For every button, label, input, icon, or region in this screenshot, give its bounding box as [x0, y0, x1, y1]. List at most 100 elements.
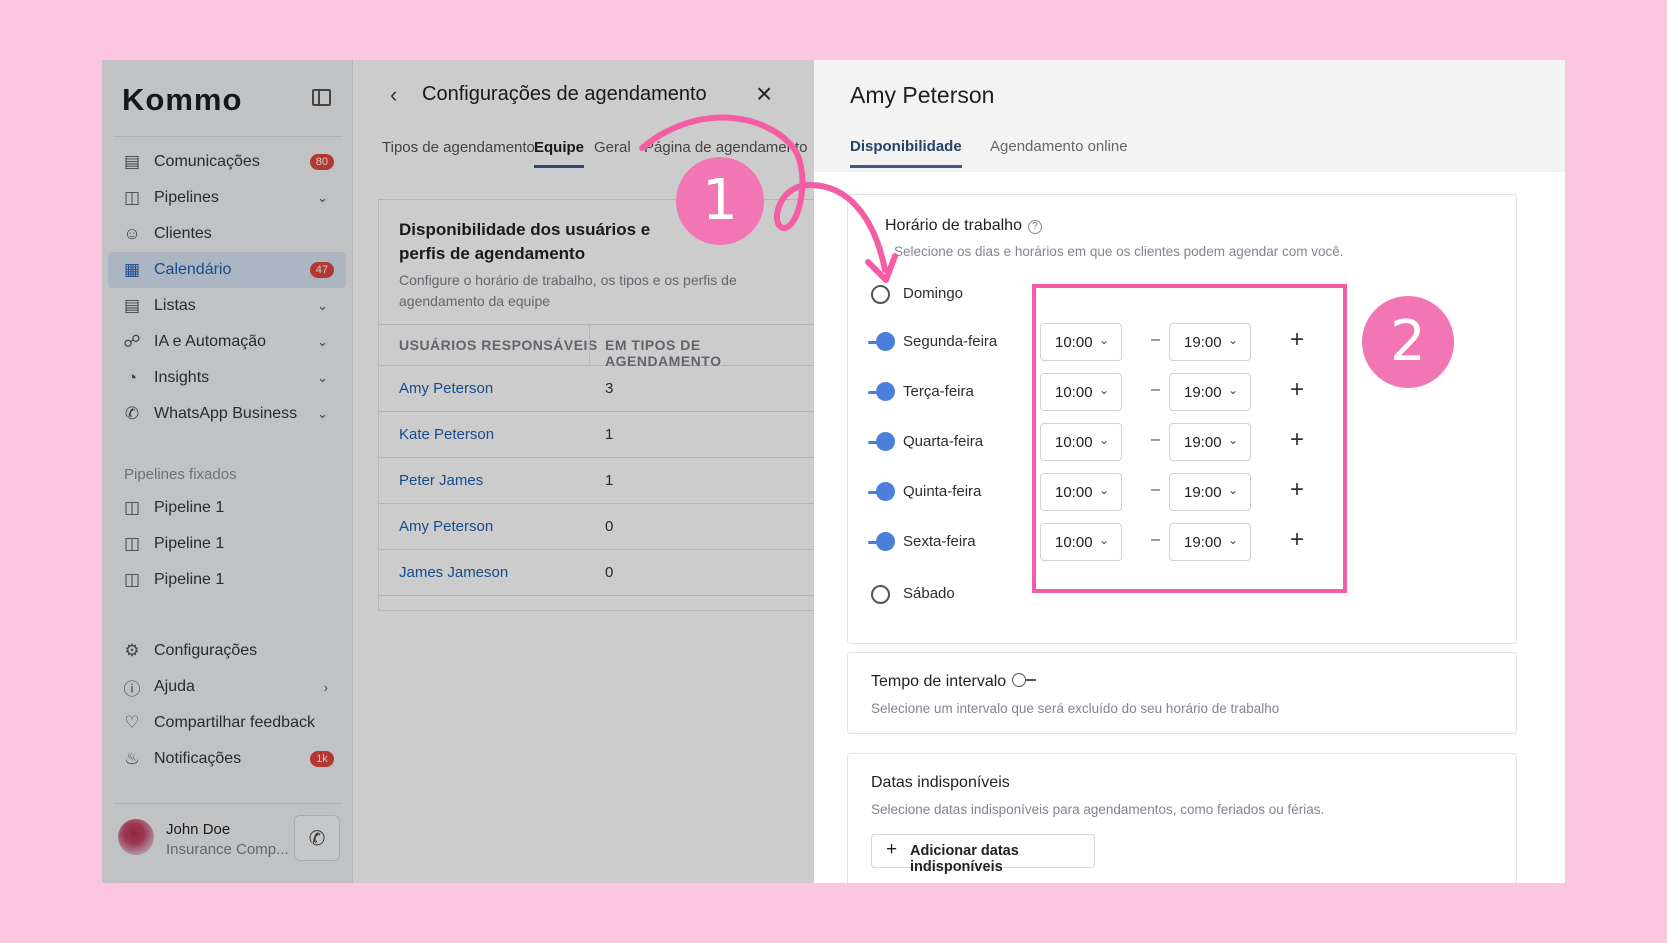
range-dash: – [1151, 481, 1160, 498]
day-label: Quarta-feira [903, 433, 984, 450]
avatar [118, 819, 154, 855]
day-toggle-off[interactable] [871, 585, 890, 604]
day-row-quarta: Quarta-feira 10:00 ⌄ – 19:00 ⌄ + [868, 423, 1508, 463]
chevron-right-icon: › [323, 679, 328, 695]
day-toggle-on[interactable] [868, 432, 895, 451]
end-time-select[interactable]: 19:00 ⌄ [1169, 423, 1251, 461]
user-profile[interactable]: John Doe Insurance Comp... ✆ [116, 815, 346, 865]
column-header: EM TIPOS DE AGENDAMENTO [605, 337, 722, 369]
sidebar-item-label: Ajuda [154, 678, 195, 695]
start-time-select[interactable]: 10:00 ⌄ [1040, 373, 1122, 411]
add-interval-icon[interactable]: + [1290, 476, 1304, 504]
sidebar-item-label: Clientes [154, 225, 212, 242]
tab-geral[interactable]: Geral [594, 139, 631, 165]
day-row-quinta: Quinta-feira 10:00 ⌄ – 19:00 ⌄ + [868, 473, 1508, 513]
pinned-pipeline-item[interactable]: ◫ Pipeline 1 [108, 562, 346, 598]
sidebar-item-label: Pipeline 1 [154, 499, 225, 516]
user-company: Insurance Comp... [166, 841, 289, 858]
start-time-value: 10:00 [1055, 534, 1093, 551]
end-time-value: 19:00 [1184, 434, 1222, 451]
add-interval-icon[interactable]: + [1290, 426, 1304, 454]
start-time-select[interactable]: 10:00 ⌄ [1040, 523, 1122, 561]
tab-equipe[interactable]: Equipe [534, 139, 585, 168]
chevron-down-icon: ⌄ [317, 334, 328, 349]
add-unavailable-dates-button[interactable]: + Adicionar datas indisponíveis [871, 834, 1095, 875]
chevron-down-icon: ⌄ [1227, 483, 1238, 497]
type-count: 1 [605, 472, 614, 489]
pinned-pipeline-item[interactable]: ◫ Pipeline 1 [108, 526, 346, 562]
end-time-select[interactable]: 19:00 ⌄ [1169, 523, 1251, 561]
sidebar-item-listas[interactable]: ▤ Listas ⌄ [108, 288, 346, 324]
day-label: Sexta-feira [903, 533, 976, 550]
table-row[interactable]: Peter James 1 [379, 458, 819, 504]
sidebar-item-label: Comunicações [154, 153, 260, 170]
user-name: John Doe [166, 821, 231, 838]
pinned-pipeline-item[interactable]: ◫ Pipeline 1 [108, 490, 346, 526]
type-count: 1 [605, 426, 614, 443]
start-time-select[interactable]: 10:00 ⌄ [1040, 323, 1122, 361]
sidebar-item-whatsapp[interactable]: ✆ WhatsApp Business ⌄ [108, 396, 346, 432]
tab-agendamento-online[interactable]: Agendamento online [990, 138, 1128, 165]
chevron-down-icon: ⌄ [1227, 433, 1238, 447]
end-time-select[interactable]: 19:00 ⌄ [1169, 323, 1251, 361]
user-link[interactable]: Amy Peterson [399, 518, 493, 535]
close-icon[interactable]: × [756, 78, 772, 110]
sidebar-item-configuracoes[interactable]: ⚙ Configurações [108, 633, 346, 669]
user-link[interactable]: Kate Peterson [399, 426, 494, 443]
add-interval-icon[interactable]: + [1290, 326, 1304, 354]
notification-badge: 1k [310, 751, 334, 767]
sidebar-item-feedback[interactable]: ♡ Compartilhar feedback [108, 705, 346, 741]
user-link[interactable]: Peter James [399, 472, 483, 489]
kommo-logo: Kommo [122, 82, 243, 117]
break-toggle[interactable] [1012, 673, 1038, 687]
tab-disponibilidade[interactable]: Disponibilidade [850, 138, 962, 168]
help-icon[interactable]: ? [1027, 220, 1042, 234]
day-toggle-on[interactable] [868, 482, 895, 501]
bell-icon: ♨ [124, 749, 140, 768]
chevron-down-icon: ⌄ [1227, 333, 1238, 347]
day-toggle-off[interactable] [871, 285, 890, 304]
panel-header: Amy Peterson Disponibilidade Agendamento… [814, 60, 1565, 172]
back-arrow-icon[interactable]: ‹ [390, 82, 397, 108]
start-time-select[interactable]: 10:00 ⌄ [1040, 423, 1122, 461]
day-toggle-on[interactable] [868, 332, 895, 351]
section-subtitle: Selecione os dias e horários em que os c… [894, 244, 1344, 259]
table-row[interactable]: Amy Peterson 3 [379, 366, 819, 412]
sidebar-item-clientes[interactable]: ☺ Clientes [108, 216, 346, 252]
section-title: Tempo de intervalo [871, 673, 1038, 691]
unavailable-dates-section: Datas indisponíveis Selecione datas indi… [847, 753, 1517, 883]
table-row[interactable]: Amy Peterson 0 [379, 504, 819, 550]
chat-icon: ▤ [123, 152, 141, 171]
user-link[interactable]: Amy Peterson [399, 380, 493, 397]
day-label: Domingo [903, 285, 964, 302]
table-row[interactable]: James Jameson 0 [379, 550, 819, 596]
end-time-select[interactable]: 19:00 ⌄ [1169, 373, 1251, 411]
sidebar-item-calendario[interactable]: ▦ Calendário 47 [108, 252, 346, 288]
add-interval-icon[interactable]: + [1290, 376, 1304, 404]
phone-icon[interactable]: ✆ [294, 815, 340, 861]
add-interval-icon[interactable]: + [1290, 526, 1304, 554]
panel-title: Amy Peterson [850, 82, 995, 108]
end-time-select[interactable]: 19:00 ⌄ [1169, 473, 1251, 511]
button-label: Adicionar datas indisponíveis [910, 843, 1019, 875]
sidebar-collapse-icon[interactable] [312, 89, 331, 106]
day-toggle-on[interactable] [868, 382, 895, 401]
chevron-down-icon: ⌄ [1227, 533, 1238, 547]
sidebar-item-comunicacoes[interactable]: ▤ Comunicações 80 [108, 144, 346, 180]
chevron-down-icon: ⌄ [317, 370, 328, 385]
start-time-select[interactable]: 10:00 ⌄ [1040, 473, 1122, 511]
divider [114, 803, 342, 804]
day-toggle-on[interactable] [868, 532, 895, 551]
sidebar: Kommo ▤ Comunicações 80 ◫ Pipelines ⌄ ☺ … [102, 60, 353, 883]
table-row[interactable]: Kate Peterson 1 [379, 412, 819, 458]
sidebar-item-pipelines[interactable]: ◫ Pipelines ⌄ [108, 180, 346, 216]
sidebar-item-insights[interactable]: ◔ Insights ⌄ [108, 360, 346, 396]
sidebar-item-ia-automacao[interactable]: ☍ IA e Automação ⌄ [108, 324, 346, 360]
pinned-pipelines-header: Pipelines fixados [124, 466, 237, 483]
sidebar-item-notificacoes[interactable]: ♨ Notificações 1k [108, 741, 346, 777]
user-link[interactable]: James Jameson [399, 564, 508, 581]
sidebar-item-ajuda[interactable]: ⓘ Ajuda › [108, 669, 346, 705]
column-header: USUÁRIOS RESPONSÁVEIS [399, 337, 598, 353]
heart-icon: ♡ [124, 713, 140, 732]
tab-tipos-agendamento[interactable]: Tipos de agendamento [382, 139, 535, 165]
